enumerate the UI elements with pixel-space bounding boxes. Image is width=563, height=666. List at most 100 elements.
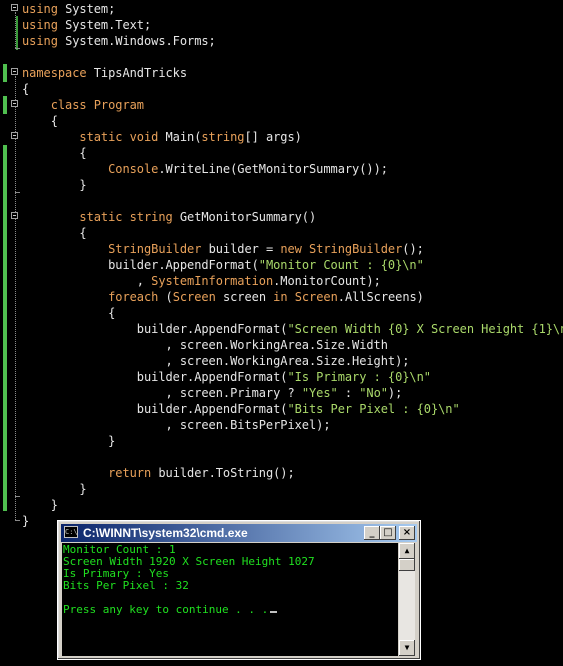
code-line[interactable]: namespace TipsAndTricks bbox=[22, 65, 187, 81]
console-prompt: Press any key to continue . . . bbox=[63, 603, 269, 616]
code-token: "Bits Per Pixel : {0}\n" bbox=[287, 402, 460, 416]
close-button[interactable]: × bbox=[399, 526, 415, 540]
code-token: , screen.BitsPerPixel); bbox=[22, 418, 331, 432]
code-line[interactable]: { bbox=[22, 113, 58, 129]
console-title-bar[interactable]: C:\ C:\WINNT\system32\cmd.exe _ □ × bbox=[61, 524, 417, 542]
code-token: , bbox=[22, 274, 152, 288]
console-line: Bits Per Pixel : 32 bbox=[63, 579, 189, 592]
console-icon[interactable]: C:\ bbox=[64, 526, 78, 538]
fold-guide bbox=[15, 48, 20, 49]
code-token: (); bbox=[402, 242, 424, 256]
code-line[interactable]: { bbox=[22, 145, 86, 161]
code-line[interactable]: Console.WriteLine(GetMonitorSummary()); bbox=[22, 161, 388, 177]
fold-guide bbox=[15, 520, 20, 521]
code-token: TipsAndTricks bbox=[93, 66, 188, 80]
code-line[interactable]: } bbox=[22, 513, 29, 529]
code-token: Console bbox=[108, 162, 159, 176]
code-token: "Is Primary : {0}\n" bbox=[287, 370, 431, 384]
code-line[interactable]: builder.AppendFormat("Screen Width {0} X… bbox=[22, 321, 563, 337]
code-token: { bbox=[22, 226, 87, 240]
code-line[interactable]: , screen.WorkingArea.Size.Height); bbox=[22, 353, 409, 369]
code-token: Screen bbox=[172, 290, 216, 304]
fold-guide bbox=[15, 12, 17, 48]
maximize-button[interactable]: □ bbox=[380, 526, 396, 540]
collapse-icon[interactable] bbox=[11, 68, 18, 75]
code-line[interactable]: { bbox=[22, 305, 115, 321]
collapse-icon[interactable] bbox=[11, 4, 18, 11]
code-line[interactable]: , screen.BitsPerPixel); bbox=[22, 417, 331, 433]
code-token: "No" bbox=[359, 386, 388, 400]
code-line[interactable]: foreach (Screen screen in Screen.AllScre… bbox=[22, 289, 424, 305]
change-bar bbox=[3, 96, 7, 114]
scroll-thumb[interactable] bbox=[399, 559, 415, 571]
code-line[interactable]: builder.AppendFormat("Monitor Count : {0… bbox=[22, 257, 424, 273]
code-line[interactable]: { bbox=[22, 81, 29, 97]
fold-guide bbox=[15, 192, 20, 193]
code-token: "Yes" bbox=[301, 386, 338, 400]
code-token: builder = bbox=[201, 242, 281, 256]
scroll-down-icon[interactable]: ▼ bbox=[399, 640, 415, 656]
code-token: string bbox=[201, 130, 245, 144]
vertical-scrollbar[interactable]: ▲ ▼ bbox=[399, 543, 415, 656]
code-token: SystemInformation bbox=[151, 274, 274, 288]
code-line[interactable]: class Program bbox=[22, 97, 144, 113]
console-output[interactable]: Monitor Count : 1 Screen Width 1920 X Sc… bbox=[62, 543, 398, 656]
code-token: } bbox=[22, 514, 30, 528]
code-line[interactable]: , screen.Primary ? "Yes" : "No"); bbox=[22, 385, 402, 401]
code-token: GetMonitorSummary() bbox=[179, 210, 317, 224]
code-token: , screen.WorkingArea.Size.Width bbox=[22, 338, 388, 352]
code-line[interactable]: static string GetMonitorSummary() bbox=[22, 209, 316, 225]
code-token: new bbox=[280, 242, 310, 256]
code-token: { bbox=[22, 114, 58, 128]
code-line[interactable]: } bbox=[22, 481, 87, 497]
collapse-icon[interactable] bbox=[11, 100, 18, 107]
fold-guide bbox=[15, 496, 20, 497]
code-token: System.Windows.Forms; bbox=[65, 34, 216, 48]
code-token: } bbox=[22, 178, 87, 192]
code-token: builder.AppendFormat( bbox=[22, 322, 288, 336]
code-line[interactable]: , screen.WorkingArea.Size.Width bbox=[22, 337, 388, 353]
code-token: builder.AppendFormat( bbox=[22, 370, 288, 384]
code-token: Main( bbox=[165, 130, 202, 144]
code-line[interactable]: using System.Text; bbox=[22, 17, 151, 33]
code-token: { bbox=[22, 82, 30, 96]
code-token: ); bbox=[387, 386, 403, 400]
code-token: in bbox=[273, 290, 295, 304]
fold-guide bbox=[15, 76, 17, 520]
code-line[interactable]: builder.AppendFormat("Is Primary : {0}\n… bbox=[22, 369, 431, 385]
console-prompt-line: Press any key to continue . . . bbox=[63, 603, 278, 616]
code-token: { bbox=[22, 306, 116, 320]
code-line[interactable]: } bbox=[22, 433, 115, 449]
scroll-up-icon[interactable]: ▲ bbox=[399, 543, 415, 559]
code-token: builder.AppendFormat( bbox=[22, 258, 259, 272]
code-line[interactable]: { bbox=[22, 225, 87, 241]
minimize-button[interactable]: _ bbox=[364, 526, 380, 540]
code-token: System.Text; bbox=[65, 18, 152, 32]
collapse-icon[interactable] bbox=[11, 212, 18, 219]
code-line[interactable]: using System; bbox=[22, 1, 115, 17]
code-token: using bbox=[22, 18, 66, 32]
change-bar bbox=[3, 64, 7, 82]
code-token: StringBuilder bbox=[309, 242, 403, 256]
code-token: .AllScreens) bbox=[337, 290, 424, 304]
code-token: Screen bbox=[294, 290, 338, 304]
code-token: } bbox=[22, 482, 87, 496]
console-window[interactable]: C:\ C:\WINNT\system32\cmd.exe _ □ × Moni… bbox=[57, 520, 421, 660]
code-token: .MonitorCount); bbox=[273, 274, 381, 288]
code-token: using bbox=[22, 2, 66, 16]
code-line[interactable]: using System.Windows.Forms; bbox=[22, 33, 216, 49]
code-line[interactable]: } bbox=[22, 177, 87, 193]
code-line[interactable]: builder.AppendFormat("Bits Per Pixel : {… bbox=[22, 401, 460, 417]
code-line[interactable]: static void Main(string[] args) bbox=[22, 129, 302, 145]
code-line[interactable]: StringBuilder builder = new StringBuilde… bbox=[22, 241, 424, 257]
code-token: StringBuilder bbox=[108, 242, 202, 256]
change-bar bbox=[3, 145, 7, 511]
code-line[interactable]: , SystemInformation.MonitorCount); bbox=[22, 273, 381, 289]
collapse-icon[interactable] bbox=[11, 132, 18, 139]
code-token: [] args) bbox=[244, 130, 302, 144]
console-title: C:\WINNT\system32\cmd.exe bbox=[83, 526, 248, 540]
code-line[interactable]: } bbox=[22, 497, 58, 513]
code-line[interactable]: return builder.ToString(); bbox=[22, 465, 295, 481]
